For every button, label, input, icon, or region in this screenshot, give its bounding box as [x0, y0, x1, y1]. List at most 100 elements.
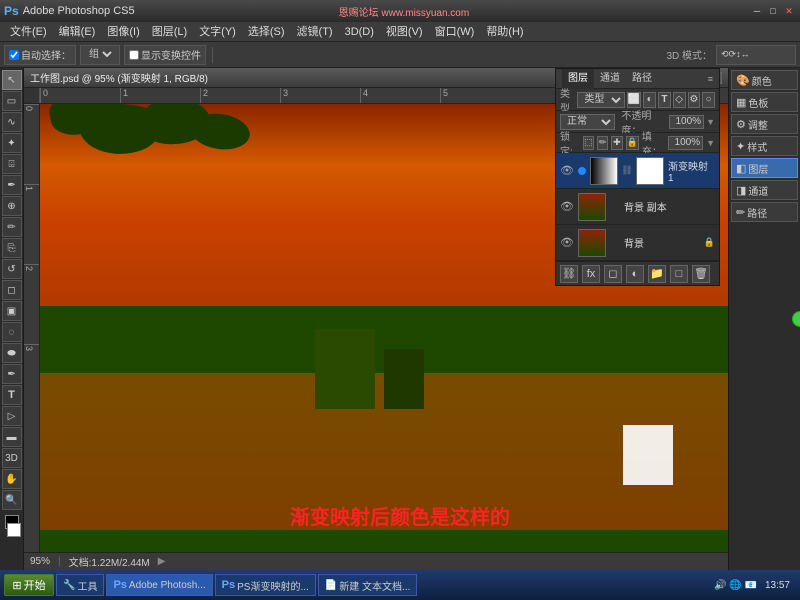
menu-help[interactable]: 帮助(H) [480, 22, 529, 42]
right-panel-styles[interactable]: ✦ 样式 [731, 136, 798, 156]
layer-eye-3[interactable]: 👁 [560, 236, 574, 250]
add-adjustment-btn[interactable]: ◐ [626, 265, 644, 283]
layer-item-bg[interactable]: 👁 背景 🔒 [556, 225, 719, 261]
tool-3d[interactable]: 3D [2, 448, 22, 468]
tool-pen[interactable]: ✒ [2, 364, 22, 384]
menu-3d[interactable]: 3D(D) [339, 22, 380, 42]
tool-path-select[interactable]: ▷ [2, 406, 22, 426]
opacity-input[interactable] [669, 115, 704, 129]
taskbar-doc[interactable]: 📄 新建 文本文档... [318, 574, 418, 596]
add-mask-btn[interactable]: ◻ [604, 265, 622, 283]
right-panel-swatches[interactable]: ▦ 色板 [731, 92, 798, 112]
panel-menu-btn[interactable]: ≡ [708, 74, 713, 84]
right-panel-swatches-label: 色板 [748, 95, 768, 110]
right-panel-channels[interactable]: ◨ 通道 [731, 180, 798, 200]
show-controls-check[interactable] [129, 50, 139, 60]
layer-name-2: 背景 副本 [624, 199, 715, 214]
layer-thumb-bg [578, 229, 606, 257]
tool-shape[interactable]: ▬ [2, 427, 22, 447]
layer-eye-2[interactable]: 👁 [560, 200, 574, 214]
tool-stamp[interactable]: ⎘ [2, 238, 22, 258]
layers-lock-row: 锁定: ⬚ ✏ ✚ 🔒 填充： ▼ [556, 133, 719, 153]
menu-filter[interactable]: 滤镜(T) [291, 22, 339, 42]
minimize-button[interactable]: ─ [750, 4, 764, 18]
status-arrow: ▶ [158, 556, 166, 567]
maximize-button[interactable]: □ [766, 4, 780, 18]
auto-select-checkbox[interactable]: 自动选择： [4, 45, 76, 65]
tool-history[interactable]: ↺ [2, 259, 22, 279]
menu-file[interactable]: 文件(E) [4, 22, 53, 42]
layer-filter-adjust[interactable]: ◐ [643, 92, 656, 108]
right-panel-color[interactable]: 🎨 颜色 [731, 70, 798, 90]
taskbar-ps2-label: PS渐变映射的... [237, 578, 309, 593]
fill-input[interactable] [668, 136, 703, 150]
tool-spot-heal[interactable]: ⊕ [2, 196, 22, 216]
start-button[interactable]: ⊞ 开始 [4, 574, 54, 596]
layer-chain-1: ⛓ [622, 166, 632, 176]
lock-pixels[interactable]: ✏ [597, 136, 608, 150]
menu-text[interactable]: 文字(Y) [193, 22, 242, 42]
taskbar-doc-label: 新建 文本文档... [339, 578, 410, 593]
right-panel-adjustments[interactable]: ⚙ 调整 [731, 114, 798, 134]
layer-filter-shape[interactable]: ◇ [673, 92, 686, 108]
delete-layer-btn[interactable]: 🗑 [692, 265, 710, 283]
auto-select-check[interactable] [9, 50, 19, 60]
taskbar-tools[interactable]: 🔧 工具 [56, 574, 104, 596]
menu-window[interactable]: 窗口(W) [429, 22, 481, 42]
lock-transparent[interactable]: ⬚ [583, 136, 594, 150]
tab-paths[interactable]: 路径 [626, 69, 658, 89]
tool-dodge[interactable]: ⬬ [2, 343, 22, 363]
add-link-btn[interactable]: ⛓ [560, 265, 578, 283]
3d-mode-controls[interactable]: ⟲⟳↕↔ [716, 45, 796, 65]
type-select[interactable]: 类型 [577, 92, 624, 108]
right-panel-paths[interactable]: ✏ 路径 [731, 202, 798, 222]
tab-channels[interactable]: 通道 [594, 69, 626, 89]
group-select[interactable]: 组 [80, 45, 120, 65]
tool-eraser[interactable]: ◻ [2, 280, 22, 300]
caption: 渐变映射后颜色是这样的 [0, 501, 800, 530]
tool-gradient[interactable]: ▣ [2, 301, 22, 321]
add-group-btn[interactable]: 📁 [648, 265, 666, 283]
tool-crop[interactable]: ⌹ [2, 154, 22, 174]
layer-lock-icon: 🔒 [704, 237, 715, 248]
layer-filter-toggle[interactable]: ○ [702, 92, 715, 108]
layer-item-bg-copy[interactable]: 👁 背景 副本 [556, 189, 719, 225]
tool-eyedropper[interactable]: ✒ [2, 175, 22, 195]
menu-edit[interactable]: 编辑(E) [53, 22, 102, 42]
right-panel: 🎨 颜色 ▦ 色板 ⚙ 调整 ✦ 样式 ◧ 图层 ◨ 通道 ✏ 路径 [728, 68, 800, 570]
tool-magic-wand[interactable]: ✦ [2, 133, 22, 153]
title-left: Ps Adobe Photoshop CS5 恩赐论坛 www.missyuan… [4, 4, 469, 19]
show-controls[interactable]: 显示变换控件 [124, 45, 206, 65]
layer-eye-1[interactable]: 👁 [560, 164, 574, 178]
lock-position[interactable]: ✚ [611, 136, 622, 150]
tool-text[interactable]: T [2, 385, 22, 405]
add-style-btn[interactable]: fx [582, 265, 600, 283]
tool-brush[interactable]: ✏ [2, 217, 22, 237]
layer-filter-pixel[interactable]: ⬜ [627, 92, 641, 108]
taskbar-ps2[interactable]: Ps PS渐变映射的... [215, 574, 316, 596]
right-panel-layers[interactable]: ◧ 图层 [731, 158, 798, 178]
tools-panel: ↖ ▭ ∿ ✦ ⌹ ✒ ⊕ ✏ ⎘ ↺ ◻ ▣ ◌ ⬬ ✒ T ▷ ▬ 3D ✋… [0, 68, 24, 570]
menu-layer[interactable]: 图层(L) [146, 22, 193, 42]
menu-select[interactable]: 选择(S) [242, 22, 291, 42]
taskbar-photoshop[interactable]: Ps Adobe Photosh... [106, 574, 212, 596]
tool-move[interactable]: ↖ [2, 70, 22, 90]
layer-item-gradient-map[interactable]: 👁 ⛓ 渐变映射 1 [556, 153, 719, 189]
layer-filter-text[interactable]: T [658, 92, 671, 108]
tool-blur[interactable]: ◌ [2, 322, 22, 342]
ps-icon-taskbar2: Ps [222, 579, 235, 591]
menu-image[interactable]: 图像(I) [101, 22, 145, 42]
tool-select-rect[interactable]: ▭ [2, 91, 22, 111]
add-layer-btn[interactable]: □ [670, 265, 688, 283]
title-controls[interactable]: ─ □ ✕ [750, 4, 796, 18]
swatches-icon: ▦ [736, 96, 746, 109]
menu-view[interactable]: 视图(V) [380, 22, 429, 42]
lock-all[interactable]: 🔒 [626, 136, 639, 150]
tool-lasso[interactable]: ∿ [2, 112, 22, 132]
group-dropdown[interactable]: 组 [85, 48, 115, 61]
close-button[interactable]: ✕ [782, 4, 796, 18]
right-panel-adjustments-label: 调整 [748, 117, 768, 132]
layer-filter-smart[interactable]: ⚙ [688, 92, 701, 108]
tool-hand[interactable]: ✋ [2, 469, 22, 489]
app-title: Adobe Photoshop CS5 [23, 5, 135, 17]
